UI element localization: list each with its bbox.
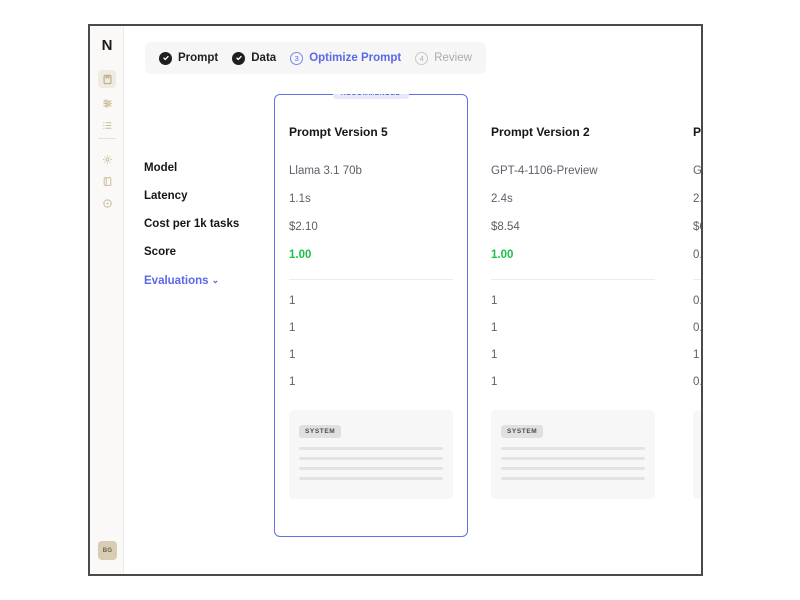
card-model-value: GPT-4-1106-Preview [491,165,598,177]
system-prompt-preview[interactable]: SYSTEM [693,410,701,499]
sidebar-item-docs[interactable] [98,172,116,190]
card-title: Prompt Version 5 [289,125,388,139]
system-prompt-preview[interactable]: SYSTEM [289,410,453,499]
card-latency-value: 1.1s [289,193,311,205]
prompt-version-card[interactable]: Prompt Version 2 GPT-4-1106-Preview 2.4s… [476,94,670,537]
skeleton-line [299,477,443,480]
skeleton-line [501,467,645,470]
row-label-score: Score [144,246,176,258]
settings-icon [102,154,113,165]
card-cost-value: $8.54 [491,221,520,233]
card-eval-value: 1 [491,295,498,307]
card-eval-value: 0.95 [693,376,701,388]
projects-icon [102,74,113,85]
card-score-value: 0.72 [693,249,701,261]
sidebar-item-tune[interactable] [98,94,116,112]
system-prompt-preview[interactable]: SYSTEM [491,410,655,499]
row-label-cost: Cost per 1k tasks [144,218,240,230]
card-model-value: GPT-4-Turbo [693,157,701,185]
card-score-value: 1.00 [289,249,312,261]
system-pill: SYSTEM [299,425,342,438]
prompt-cards-viewport: RECOMMENDED Prompt Version 5 Llama 3.1 7… [274,94,701,574]
card-model-value: Llama 3.1 70b [289,165,362,177]
card-eval-value: 1 [491,376,498,388]
prompt-cards-track: RECOMMENDED Prompt Version 5 Llama 3.1 7… [274,94,701,537]
skeleton-line [299,457,443,460]
workflow-stepper: Prompt Data 3 Optimize Prompt 4 Review [145,42,486,74]
card-latency-value: 2.4s [491,193,513,205]
skeleton-line [501,477,645,480]
card-cost-value: $6.11 [693,221,701,233]
evaluations-label: Evaluations [144,275,209,287]
row-label-model: Model [144,162,178,174]
main-content: Prompt Data 3 Optimize Prompt 4 Review M… [124,26,701,574]
recommended-badge: RECOMMENDED [332,94,410,99]
card-eval-value: 1 [491,349,498,361]
step-number-badge: 4 [415,51,429,65]
chevron-down-icon: ⌄ [211,275,220,285]
book-icon [102,176,113,187]
card-eval-value: 1 [289,322,296,334]
card-latency-value: 2.31s [693,193,701,205]
sidebar-rail: N BG [90,26,124,574]
prompt-version-card[interactable]: Prompt Version 4 GPT-4-Turbo 2.31s $6.11… [678,94,701,537]
evaluations-toggle[interactable]: Evaluations ⌄ [144,266,274,294]
step-review[interactable]: 4 Review [415,51,472,65]
step-prompt[interactable]: Prompt [159,51,219,65]
card-eval-value: 1 [289,376,296,388]
card-eval-value: 1 [693,349,700,361]
skeleton-line [501,457,645,460]
check-icon [232,51,246,65]
skeleton-line [501,447,645,450]
card-cost-value: $2.10 [289,221,318,233]
step-review-label: Review [434,52,472,64]
skeleton-line [299,467,443,470]
row-label-latency: Latency [144,190,188,202]
app-window: N BG Prompt Data 3 Optimize Prompt 4 Rev… [88,24,703,576]
list-icon [102,120,113,131]
card-eval-value: 1 [289,349,296,361]
card-title: Prompt Version 4 [693,125,701,139]
skeleton-line [299,447,443,450]
card-eval-value: 0.64 [693,295,701,307]
card-eval-value: 1 [289,295,296,307]
card-title: Prompt Version 2 [491,125,590,139]
step-data-label: Data [251,52,277,64]
app-logo[interactable]: N [90,38,124,53]
avatar[interactable]: BG [98,541,117,560]
system-pill: SYSTEM [501,425,544,438]
prompt-version-card[interactable]: RECOMMENDED Prompt Version 5 Llama 3.1 7… [274,94,468,537]
card-divider [289,279,453,280]
sidebar-item-datasets[interactable] [98,116,116,134]
step-data[interactable]: Data [232,51,277,65]
step-number-badge: 3 [290,51,304,65]
step-optimize-prompt-label: Optimize Prompt [309,52,402,64]
grid-icon [102,198,113,209]
card-eval-value: 0.66 [693,322,701,334]
sidebar-item-apps[interactable] [98,194,116,212]
card-divider [693,279,701,280]
step-prompt-label: Prompt [178,52,219,64]
sidebar-item-settings[interactable] [98,150,116,168]
tune-icon [102,98,113,109]
card-divider [491,279,655,280]
card-eval-value: 1 [491,322,498,334]
step-optimize-prompt[interactable]: 3 Optimize Prompt [290,51,402,65]
card-score-value: 1.00 [491,249,514,261]
check-icon [159,51,172,65]
sidebar-item-projects[interactable] [98,70,116,88]
sidebar-divider [98,138,116,139]
comparison-row-labels: Model Latency Cost per 1k tasks Score Ev… [144,154,274,294]
